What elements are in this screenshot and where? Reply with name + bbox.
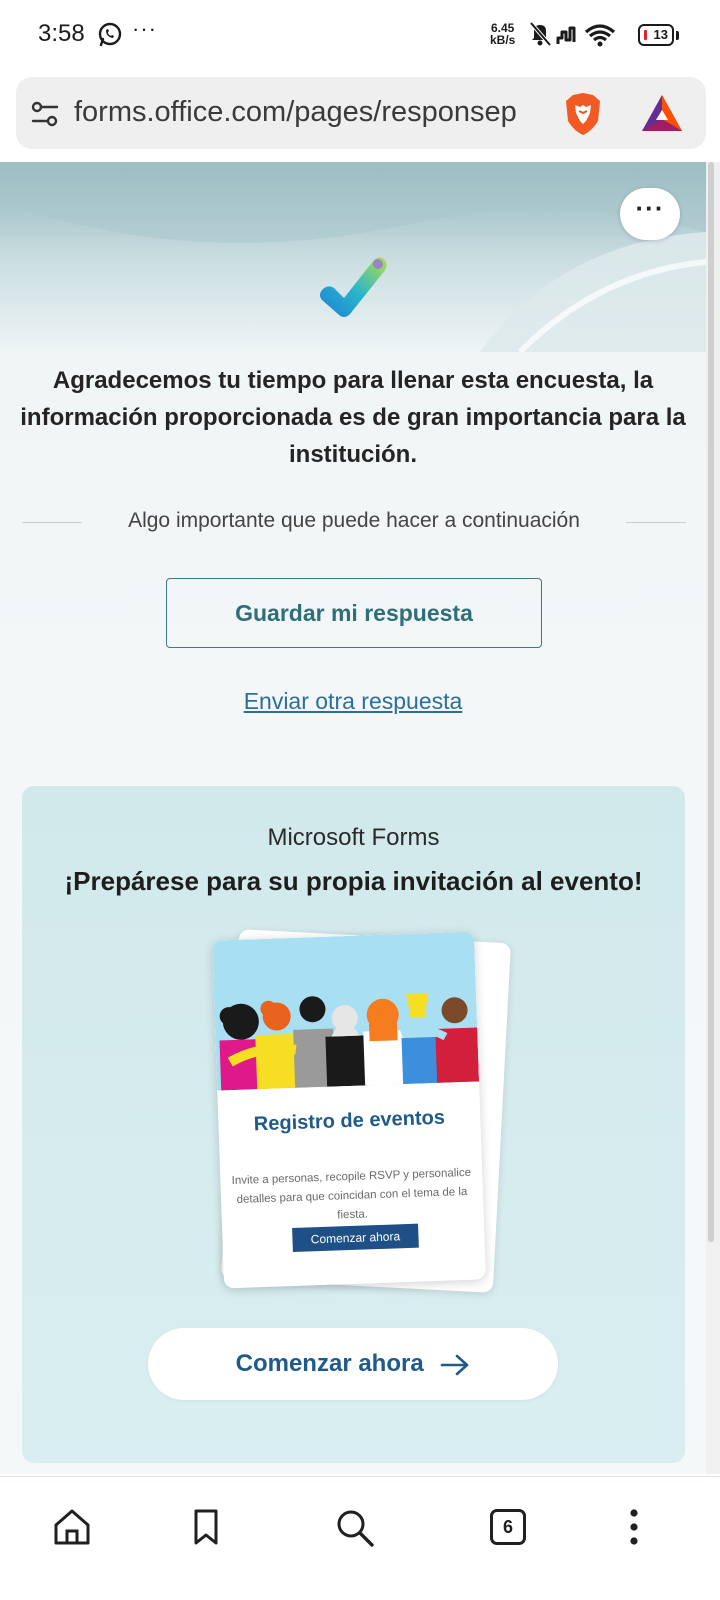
network-speed: 6.45 kB/s [490, 22, 515, 46]
card-start-button: Comenzar ahora [292, 1223, 419, 1253]
url-text[interactable]: forms.office.com/pages/responsep [74, 96, 554, 129]
send-another-response-link[interactable]: Enviar otra respuesta [0, 688, 706, 715]
rewards-triangle-icon[interactable] [640, 93, 684, 133]
promo-brand: Microsoft Forms [267, 824, 440, 851]
notification-more-icon: ··· [132, 16, 157, 41]
card-title: Registro de eventos [253, 1106, 446, 1136]
brave-shields-icon[interactable] [562, 91, 604, 137]
battery-icon: 13 [638, 24, 674, 46]
divider-line-right [626, 522, 686, 523]
card-description: Invite a personas, recopile RSVP y perso… [231, 1166, 472, 1222]
people-illustration [212, 931, 480, 1091]
success-check-icon [320, 257, 387, 317]
battery-tip [676, 31, 679, 40]
bottom-navigation: 6 [0, 1476, 720, 1600]
start-now-label: Comenzar ahora [235, 1350, 424, 1377]
template-card: Registro de eventos Invite a personas, r… [212, 931, 486, 1289]
wifi-icon [584, 24, 616, 47]
divider-text: Algo importante que puede hacer a contin… [128, 509, 580, 532]
scrollbar-thumb[interactable] [708, 162, 714, 1242]
signal-icon [556, 26, 576, 44]
bookmark-icon[interactable] [184, 1505, 228, 1549]
menu-more-icon[interactable] [612, 1505, 656, 1549]
arrow-right-icon [441, 1354, 469, 1375]
site-settings-icon[interactable] [30, 99, 60, 129]
speed-unit: kB/s [490, 33, 516, 47]
mute-icon [529, 21, 552, 47]
whatsapp-icon [98, 22, 122, 47]
battery-level: 13 [653, 27, 668, 42]
status-time: 3:58 [38, 20, 85, 47]
next-steps-divider: Algo importante que puede hacer a contin… [22, 507, 686, 537]
promo-title: ¡Prepárese para su propia invitación al … [64, 866, 643, 896]
thank-you-message: Agradecemos tu tiempo para llenar esta e… [20, 367, 686, 468]
promo-card: Microsoft Forms ¡Prepárese para su propi… [22, 786, 685, 1463]
start-now-button[interactable]: Comenzar ahora [148, 1328, 558, 1400]
home-icon[interactable] [50, 1505, 94, 1549]
tabs-button[interactable]: 6 [490, 1509, 526, 1545]
url-bar[interactable]: forms.office.com/pages/responsep [16, 77, 706, 149]
status-bar: 3:58 ··· 6.45 kB/s 13 [0, 0, 720, 70]
search-icon[interactable] [332, 1505, 376, 1549]
more-options-button[interactable]: ··· [620, 188, 680, 240]
page-content: ··· Agradecemos tu tiempo para llenar es… [0, 162, 706, 1474]
save-response-button[interactable]: Guardar mi respuesta [166, 578, 542, 648]
